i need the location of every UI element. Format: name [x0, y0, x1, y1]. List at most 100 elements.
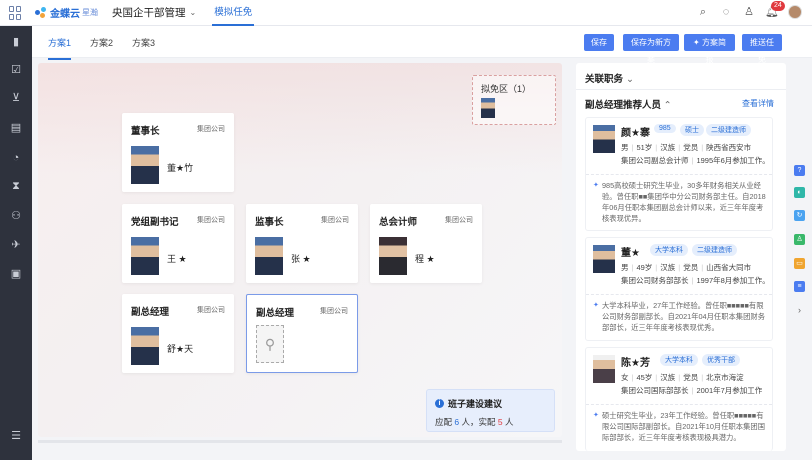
sparkle-icon: ✦	[593, 302, 599, 309]
candidate-description: 985高校硕士研究生毕业，30多年财务相关从业经验。曾任职■■集团华中分公司财务…	[602, 181, 766, 223]
position-org: 集团公司	[197, 217, 225, 224]
candidate-place: 山西省大同市	[706, 263, 752, 272]
canvas-scrollbar[interactable]	[38, 440, 562, 443]
person-icon[interactable]: ♙	[794, 234, 805, 245]
collapse-menu-icon[interactable]: ☰	[10, 430, 22, 442]
user-icon[interactable]: ♙	[742, 5, 756, 19]
pending-removal-zone[interactable]: 拟免区（1）	[472, 75, 556, 125]
candidate-tag: 大学本科	[650, 244, 688, 256]
person-photo[interactable]	[131, 146, 159, 184]
position-card-deputy-secretary[interactable]: 党组副书记 集团公司 王 ★	[122, 204, 234, 283]
sidebar: ▮ ☑ ⊻ ▤ ◔ ⧗ ⚇ ✈ ▣ ☰	[0, 26, 32, 460]
candidate-card[interactable]: 董★ 大学本科 二级建造师 男 | 49岁 | 汉族 | 党员 | 山西省大同市 集团公司财务部…	[585, 237, 773, 341]
app-grid-icon[interactable]	[9, 5, 23, 20]
plan-brief-label: 方案简报	[701, 38, 726, 64]
tab-plan-1[interactable]: 方案1	[48, 36, 72, 60]
view-details-link[interactable]: 查看详情	[742, 98, 774, 109]
candidate-card[interactable]: 颜★寨 985 硕士 二级建造师 男 | 51岁 | 汉族 | 党员 | 陕西省西安市 集团公司…	[585, 117, 773, 231]
module-menu[interactable]: 央国企干部管理 ⌄	[112, 5, 196, 20]
candidate-photo	[593, 355, 615, 383]
gauge-icon[interactable]: ◔	[10, 152, 22, 164]
candidate-party: 党员	[683, 143, 699, 152]
book-icon[interactable]: ▤	[10, 122, 22, 134]
building-icon[interactable]: ▮	[10, 36, 22, 48]
team-icon[interactable]: ⚇	[10, 210, 22, 222]
plan-brief-button[interactable]: ✦ 方案简报	[684, 34, 735, 64]
position-org: 集团公司	[197, 307, 225, 314]
plan-toolbar: 方案1 方案2 方案3 保存 保存为新方案 ✦ 方案简报 推送任免	[32, 26, 812, 64]
position-title: 总会计师	[379, 217, 418, 228]
candidate-work-start: 2001年7月参加工作	[696, 386, 763, 395]
position-card-deputy-gm-vacant[interactable]: 副总经理 集团公司 ⚲	[246, 294, 358, 373]
save-button[interactable]: 保存	[584, 34, 614, 51]
empty-person-icon[interactable]: ⚲	[256, 325, 284, 363]
info-icon: i	[435, 399, 444, 408]
candidate-tag: 大学本科	[660, 354, 698, 366]
chevron-down-icon: ⌄	[626, 74, 634, 85]
help-icon[interactable]: ?	[794, 165, 805, 176]
candidate-card[interactable]: 陈★芳 大学本科 优秀干部 女 | 45岁 | 汉族 | 党员 | 北京市海淀 集团公司国际部部…	[585, 347, 773, 451]
sparkle-icon: ✦	[593, 182, 599, 189]
candidate-ethnic: 汉族	[660, 373, 676, 382]
chat-icon[interactable]: ◐	[794, 187, 805, 198]
pending-person-photo[interactable]	[481, 98, 495, 118]
logo-text: 金蝶云	[50, 9, 80, 20]
position-title: 副总经理	[256, 308, 295, 319]
candidate-profile: 女 | 45岁 | 汉族 | 党员 | 北京市海淀	[621, 373, 744, 382]
advice-should-label: 应配	[435, 417, 453, 427]
logo-mark-icon	[35, 6, 47, 19]
person-name: 张 ★	[291, 254, 311, 264]
tab-plan-3[interactable]: 方案3	[132, 36, 155, 49]
push-appointment-button[interactable]: 推送任免	[742, 34, 782, 64]
position-card-deputy-gm[interactable]: 副总经理 集团公司 舒★天	[122, 294, 234, 373]
advice-title: i 班子建设建议	[435, 397, 502, 410]
candidate-work-start: 1995年6月参加工作。	[696, 156, 770, 165]
position-card-supervisor[interactable]: 监事长 集团公司 张 ★	[246, 204, 358, 283]
candidate-photo	[593, 125, 615, 153]
candidate-gender: 女	[621, 373, 629, 382]
candidate-work-start: 1997年8月参加工作。	[696, 276, 770, 285]
chevron-right-icon[interactable]: ›	[794, 305, 805, 316]
position-card-chief-accountant[interactable]: 总会计师 集团公司 程 ★	[370, 204, 482, 283]
candidate-age: 49岁	[636, 263, 653, 272]
candidate-tag: 二级建造师	[692, 244, 737, 256]
message-icon[interactable]: ▭	[794, 258, 805, 269]
candidate-position-title: 集团公司副总会计师	[621, 156, 689, 165]
logo: 金蝶云 星瀚	[35, 5, 98, 20]
candidate-party: 党员	[683, 373, 699, 382]
cart-icon[interactable]: ⊻	[10, 92, 22, 104]
tab-plan-2[interactable]: 方案2	[90, 36, 113, 49]
candidate-name: 陈★芳	[621, 358, 650, 369]
logo-subtext: 星瀚	[82, 8, 98, 17]
person-photo[interactable]	[131, 327, 159, 365]
sync-icon[interactable]: ↻	[794, 210, 805, 221]
list-icon[interactable]: ≡	[794, 281, 805, 292]
right-toolbar: ? ◐ ↻ ♙ ▭ ≡ ›	[788, 60, 812, 450]
person-photo[interactable]	[255, 237, 283, 275]
person-name: 舒★天	[167, 344, 194, 354]
recommend-section-title[interactable]: 副总经理推荐人员 ⌃	[585, 97, 672, 111]
bell-icon[interactable]: 🔔︎ 24	[765, 1, 785, 19]
team-advice-panel: i 班子建设建议 应配 6 人，实配 5 人	[426, 389, 555, 432]
nav-tab-simulate[interactable]: 模拟任免	[212, 0, 255, 26]
hourglass-icon[interactable]: ⧗	[10, 180, 22, 192]
save-as-new-button[interactable]: 保存为新方案	[623, 34, 679, 64]
advice-suffix: 人	[505, 417, 514, 427]
candidate-tag: 优秀干部	[702, 354, 740, 366]
avatar[interactable]	[788, 5, 802, 19]
position-card-chairman[interactable]: 董事长 集团公司 董★竹	[122, 113, 234, 192]
checklist-icon[interactable]: ☑	[10, 64, 22, 76]
candidate-profile: 男 | 49岁 | 汉族 | 党员 | 山西省大同市	[621, 263, 752, 272]
candidate-photo	[593, 245, 615, 273]
related-positions-header[interactable]: 关联职务 ⌄	[585, 71, 634, 85]
clipboard-icon[interactable]: ▣	[10, 268, 22, 280]
plane-icon[interactable]: ✈	[10, 239, 22, 251]
person-photo[interactable]	[379, 237, 407, 275]
search-icon[interactable]: ⌕	[696, 5, 710, 19]
person-photo[interactable]	[131, 237, 159, 275]
org-canvas: 拟免区（1） 董事长 集团公司 董★竹 党组副书记 集团公司 王 ★ 监事长 集…	[38, 63, 562, 437]
candidate-position: 集团公司国际部部长 | 2001年7月参加工作	[621, 386, 763, 395]
person-name: 程 ★	[415, 254, 435, 264]
position-org: 集团公司	[321, 217, 349, 224]
refresh-icon[interactable]: ◌	[719, 5, 733, 19]
